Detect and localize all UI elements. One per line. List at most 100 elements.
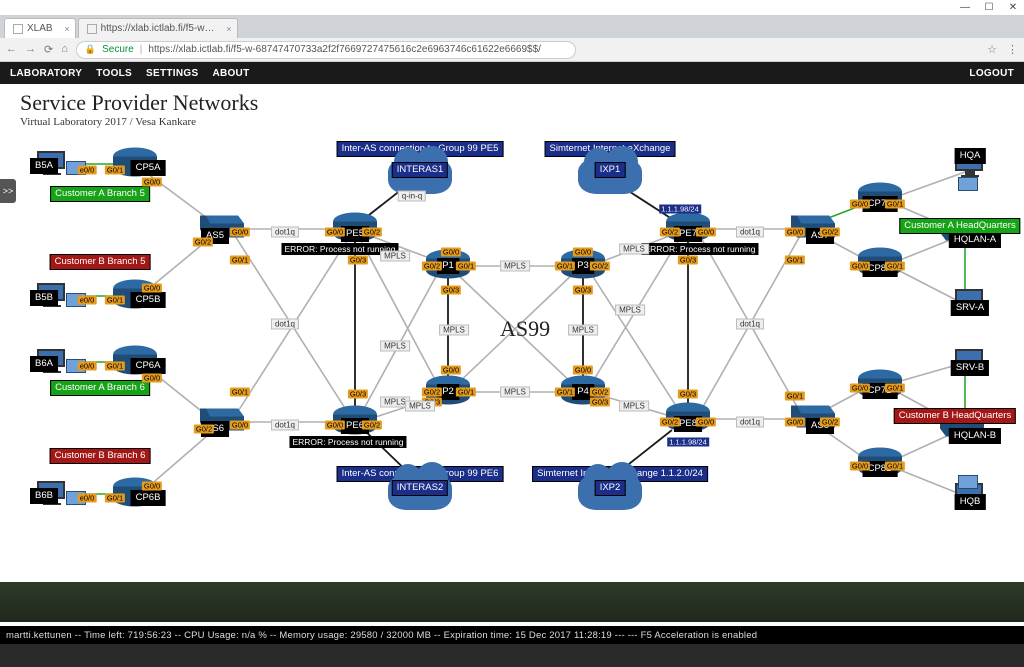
as-label: AS99	[500, 316, 550, 342]
iface: G0/0	[325, 421, 345, 430]
iface: G0/2	[422, 262, 442, 271]
iface: G0/2	[362, 228, 382, 237]
nav-reload-icon[interactable]: ⟳	[44, 43, 53, 56]
iface: G0/3	[678, 390, 698, 399]
iface: G0/2	[590, 262, 610, 271]
iface: G0/2	[194, 425, 214, 434]
address-bar[interactable]: 🔒 Secure | https://xlab.ictlab.fi/f5-w-6…	[76, 41, 576, 59]
close-tab-icon[interactable]: ×	[64, 24, 69, 34]
label-b5b: B5B	[30, 290, 58, 306]
browser-menu-icon[interactable]: ⋮	[1007, 43, 1018, 56]
label-hqa: HQA	[955, 148, 986, 164]
browser-tab[interactable]: XLAB ×	[4, 18, 76, 38]
iface: G0/0	[230, 421, 250, 430]
iface: G0/0	[230, 228, 250, 237]
iface: G0/1	[785, 392, 805, 401]
iface: G0/2	[820, 418, 840, 427]
iface: G0/1	[885, 262, 905, 271]
iface: G0/1	[785, 256, 805, 265]
iface: G0/0	[325, 228, 345, 237]
nav-item-logout[interactable]: LOGOUT	[969, 68, 1014, 79]
label-custB6: Customer B Branch 6	[50, 448, 151, 464]
nav-item-laboratory[interactable]: LABORATORY	[10, 68, 82, 79]
browser-tab[interactable]: https://xlab.ictlab.fi/f5-w… ×	[78, 18, 238, 38]
bookmark-star-icon[interactable]: ☆	[987, 43, 997, 56]
label-hqb: HQB	[955, 494, 986, 510]
iface: e0/0	[78, 166, 97, 175]
nav-item-settings[interactable]: SETTINGS	[146, 68, 198, 79]
hub-hqa[interactable]	[958, 177, 978, 191]
window-close-button[interactable]: ✕	[1008, 3, 1018, 13]
linklabel: dot1q	[736, 417, 764, 428]
linklabel: dot1q	[736, 227, 764, 238]
iface: G0/2	[193, 238, 213, 247]
label-custbhq: Customer B HeadQuarters	[894, 408, 1016, 424]
label-custB5: Customer B Branch 5	[50, 254, 151, 270]
iface: G0/2	[362, 421, 382, 430]
window-maximize-button[interactable]: ☐	[984, 3, 994, 13]
nav-item-about[interactable]: ABOUT	[212, 68, 249, 79]
iface: G0/0	[785, 418, 805, 427]
label-b5a: B5A	[30, 158, 58, 174]
nav-forward-icon[interactable]: →	[25, 43, 36, 56]
hub-hqb[interactable]	[958, 475, 978, 489]
iface: G0/3	[348, 256, 368, 265]
nav-back-icon[interactable]: ←	[6, 43, 17, 56]
iface: G0/1	[885, 462, 905, 471]
secure-label: Secure	[102, 44, 134, 55]
nav-item-tools[interactable]: TOOLS	[96, 68, 132, 79]
linklabel: MPLS	[439, 325, 469, 336]
iface: G0/1	[456, 388, 476, 397]
iface: G0/1	[555, 262, 575, 271]
browser-toolbar: ← → ⟳ ⌂ 🔒 Secure | https://xlab.ictlab.f…	[0, 38, 1024, 62]
label-custA6: Customer A Branch 6	[50, 380, 150, 396]
iface: e0/0	[78, 362, 97, 371]
label-cp6a: CP6A	[131, 358, 166, 374]
iface: G0/0	[142, 284, 162, 293]
iface: G0/0	[142, 178, 162, 187]
label-srva: SRV-A	[951, 300, 989, 316]
iface: G0/0	[696, 418, 716, 427]
app-navbar: LABORATORY TOOLS SETTINGS ABOUT LOGOUT	[0, 62, 1024, 84]
nav-home-icon[interactable]: ⌂	[61, 43, 68, 56]
iface: G0/0	[696, 228, 716, 237]
close-tab-icon[interactable]: ×	[226, 24, 231, 34]
label-custahq: Customer A HeadQuarters	[899, 218, 1020, 234]
iface: G0/1	[230, 388, 250, 397]
iface: G0/1	[885, 200, 905, 209]
label-b6b: B6B	[30, 488, 58, 504]
iface: G0/1	[456, 262, 476, 271]
linklabel: MPLS	[405, 401, 435, 412]
label-ixp1: IXP1	[595, 162, 626, 178]
label-hqlan-a: HQLAN-A	[949, 232, 1001, 248]
iface: G0/1	[105, 296, 125, 305]
iface: G0/3	[441, 286, 461, 295]
iface: G0/2	[660, 228, 680, 237]
lock-icon: 🔒	[85, 44, 96, 55]
iface: G0/0	[850, 200, 870, 209]
iface: e0/0	[78, 296, 97, 305]
iface: G0/0	[785, 228, 805, 237]
linklabel: dot1q	[736, 319, 764, 330]
label-interas1: INTERAS1	[392, 162, 448, 178]
iface: G0/1	[230, 256, 250, 265]
error-pe7: ERROR: Process not running	[641, 243, 758, 255]
linklabel: q-in-q	[398, 191, 426, 202]
linklabel: MPLS	[500, 261, 530, 272]
iface: e0/0	[78, 494, 97, 503]
label-cp5b: CP5B	[131, 292, 166, 308]
linklabel: MPLS	[500, 387, 530, 398]
linklabel: dot1q	[271, 227, 299, 238]
window-minimize-button[interactable]: —	[960, 3, 970, 13]
label-ixp2: IXP2	[595, 480, 626, 496]
iface: G0/1	[105, 362, 125, 371]
linklabel: MPLS	[615, 305, 645, 316]
linklabel: MPLS	[619, 401, 649, 412]
browser-tabstrip: XLAB × https://xlab.ictlab.fi/f5-w… ×	[0, 16, 1024, 38]
os-titlebar: — ☐ ✕	[0, 0, 1024, 16]
label-interas2: INTERAS2	[392, 480, 448, 496]
iface: G0/2	[660, 418, 680, 427]
topology-canvas[interactable]: Service Provider Networks Virtual Labora…	[0, 84, 1024, 644]
iface: G0/0	[850, 262, 870, 271]
label-cp6b: CP6B	[131, 490, 166, 506]
